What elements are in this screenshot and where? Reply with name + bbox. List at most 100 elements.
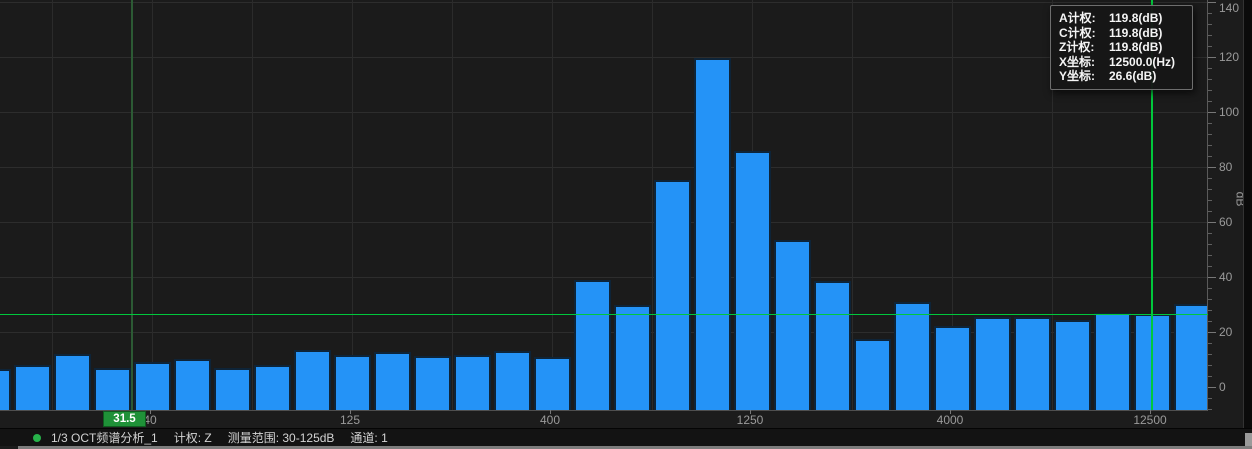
tooltip-row: A计权:119.8(dB) <box>1059 11 1186 26</box>
cursor-readout-tooltip: A计权:119.8(dB)C计权:119.8(dB)Z计权:119.8(dB)X… <box>1050 5 1193 90</box>
vertical-scrollbar-thumb[interactable] <box>1245 433 1252 446</box>
spectrum-bar-5000[interactable] <box>974 317 1011 410</box>
x-axis-label: 125 <box>320 413 380 427</box>
tooltip-value: 119.8(dB) <box>1109 26 1186 41</box>
spectrum-bar-630[interactable] <box>614 305 651 411</box>
spectrum-bar-500[interactable] <box>574 280 611 410</box>
weighting-info: 计权: Z <box>174 429 212 446</box>
band-cursor-badge[interactable]: 31.5 <box>103 411 146 427</box>
y-axis-tick <box>1208 211 1212 212</box>
gridline-horizontal <box>0 2 1208 3</box>
gridline-vertical <box>152 0 153 410</box>
spectrum-bar-160[interactable] <box>374 352 411 410</box>
spectrum-bar-1250[interactable] <box>734 151 771 410</box>
y-axis-line <box>1207 0 1208 411</box>
tooltip-value: 12500.0(Hz) <box>1109 55 1186 70</box>
y-axis-tick <box>1208 409 1212 410</box>
tooltip-label: A计权: <box>1059 11 1109 26</box>
y-axis-tick <box>1208 299 1212 300</box>
spectrum-bar-25[interactable] <box>54 354 91 410</box>
spectrum-bar-10000[interactable] <box>1094 313 1131 410</box>
y-axis-tick <box>1208 90 1212 91</box>
tooltip-value: 26.6(dB) <box>1109 69 1186 84</box>
analysis-title: 1/3 OCT频谱分析_1 <box>51 429 158 446</box>
gridline-horizontal <box>0 57 1208 58</box>
tooltip-row: C计权:119.8(dB) <box>1059 26 1186 41</box>
tooltip-label: Y坐标: <box>1059 69 1109 84</box>
y-axis-tick <box>1208 200 1212 201</box>
spectrum-bar-250[interactable] <box>454 355 491 410</box>
gridline-vertical <box>352 0 353 410</box>
y-axis-tick <box>1208 310 1212 311</box>
spectrum-bar-315[interactable] <box>494 351 531 410</box>
y-axis-tick <box>1208 376 1212 377</box>
y-axis-tick <box>1208 343 1212 344</box>
spectrum-bar-20[interactable] <box>14 365 51 410</box>
x-axis-label: 400 <box>520 413 580 427</box>
spectrum-bar-1000[interactable] <box>694 58 731 410</box>
spectrum-bar-6300[interactable] <box>1014 317 1051 410</box>
y-axis-tick <box>1208 79 1212 80</box>
spectrum-bar-80[interactable] <box>254 365 291 410</box>
spectrum-bar-16000[interactable] <box>1174 304 1209 410</box>
spectrum-bar-50[interactable] <box>174 359 211 410</box>
gridline-vertical <box>52 0 53 410</box>
spectrum-bar-63[interactable] <box>214 368 251 410</box>
tooltip-value: 119.8(dB) <box>1109 11 1186 26</box>
y-axis-tick <box>1208 189 1212 190</box>
tooltip-label: X坐标: <box>1059 55 1109 70</box>
gridline-vertical <box>552 0 553 410</box>
y-axis-tick <box>1208 156 1212 157</box>
spectrum-analyzer-window: 401254001250400012500 140120100806040200… <box>0 0 1252 449</box>
spectrum-bar-2500[interactable] <box>854 339 891 410</box>
y-axis-tick <box>1208 365 1212 366</box>
measure-range-info: 测量范围: 30-125dB <box>228 429 335 446</box>
spectrum-bar-200[interactable] <box>414 356 451 410</box>
channel-status-dot <box>33 434 41 442</box>
gridline-horizontal <box>0 167 1208 168</box>
spectrum-bar-400[interactable] <box>534 357 571 410</box>
y-axis-tick <box>1208 101 1212 102</box>
tooltip-row: Z计权:119.8(dB) <box>1059 40 1186 55</box>
y-axis-tick <box>1208 332 1216 333</box>
chart-plot-area[interactable] <box>0 0 1208 410</box>
tooltip-row: Y坐标:26.6(dB) <box>1059 69 1186 84</box>
y-axis-tick <box>1208 255 1212 256</box>
spectrum-bar-40[interactable] <box>134 362 171 410</box>
band-cursor-line[interactable] <box>131 0 133 410</box>
y-axis-tick <box>1208 233 1212 234</box>
spectrum-bar-8000[interactable] <box>1054 320 1091 410</box>
tooltip-row: X坐标:12500.0(Hz) <box>1059 55 1186 70</box>
spectrum-bar-100[interactable] <box>294 350 331 410</box>
y-axis-tick <box>1208 167 1216 168</box>
y-axis-tick <box>1208 398 1212 399</box>
gridline-vertical <box>252 0 253 410</box>
x-axis-label: 12500 <box>1120 413 1180 427</box>
y-axis-tick <box>1208 321 1212 322</box>
spectrum-bar-2000[interactable] <box>814 281 851 410</box>
y-axis-tick <box>1208 145 1212 146</box>
y-axis-tick <box>1208 2 1216 3</box>
spectrum-bar-125[interactable] <box>334 355 371 410</box>
y-axis-tick <box>1208 354 1212 355</box>
x-axis-label: 4000 <box>920 413 980 427</box>
spectrum-bar-4000[interactable] <box>934 326 971 410</box>
spectrum-bar-800[interactable] <box>654 180 691 410</box>
y-axis-tick <box>1208 24 1212 25</box>
y-axis-tick <box>1208 68 1212 69</box>
spectrum-bar-31.5[interactable] <box>94 368 131 410</box>
y-axis-tick <box>1208 57 1216 58</box>
spectrum-bar-16[interactable] <box>0 369 11 410</box>
crosshair-horizontal-line[interactable] <box>0 314 1208 315</box>
tooltip-label: Z计权: <box>1059 40 1109 55</box>
gridline-horizontal <box>0 277 1208 278</box>
channel-info: 通道: 1 <box>350 429 387 446</box>
x-axis-line <box>0 410 1208 411</box>
gridline-horizontal <box>0 222 1208 223</box>
y-axis-tick <box>1208 266 1212 267</box>
gridline-vertical <box>452 0 453 410</box>
y-axis-tick <box>1208 277 1216 278</box>
spectrum-bar-3150[interactable] <box>894 302 931 410</box>
status-bar: 1/3 OCT频谱分析_1 计权: Z 测量范围: 30-125dB 通道: 1 <box>0 428 1252 446</box>
spectrum-bar-1600[interactable] <box>774 240 811 410</box>
